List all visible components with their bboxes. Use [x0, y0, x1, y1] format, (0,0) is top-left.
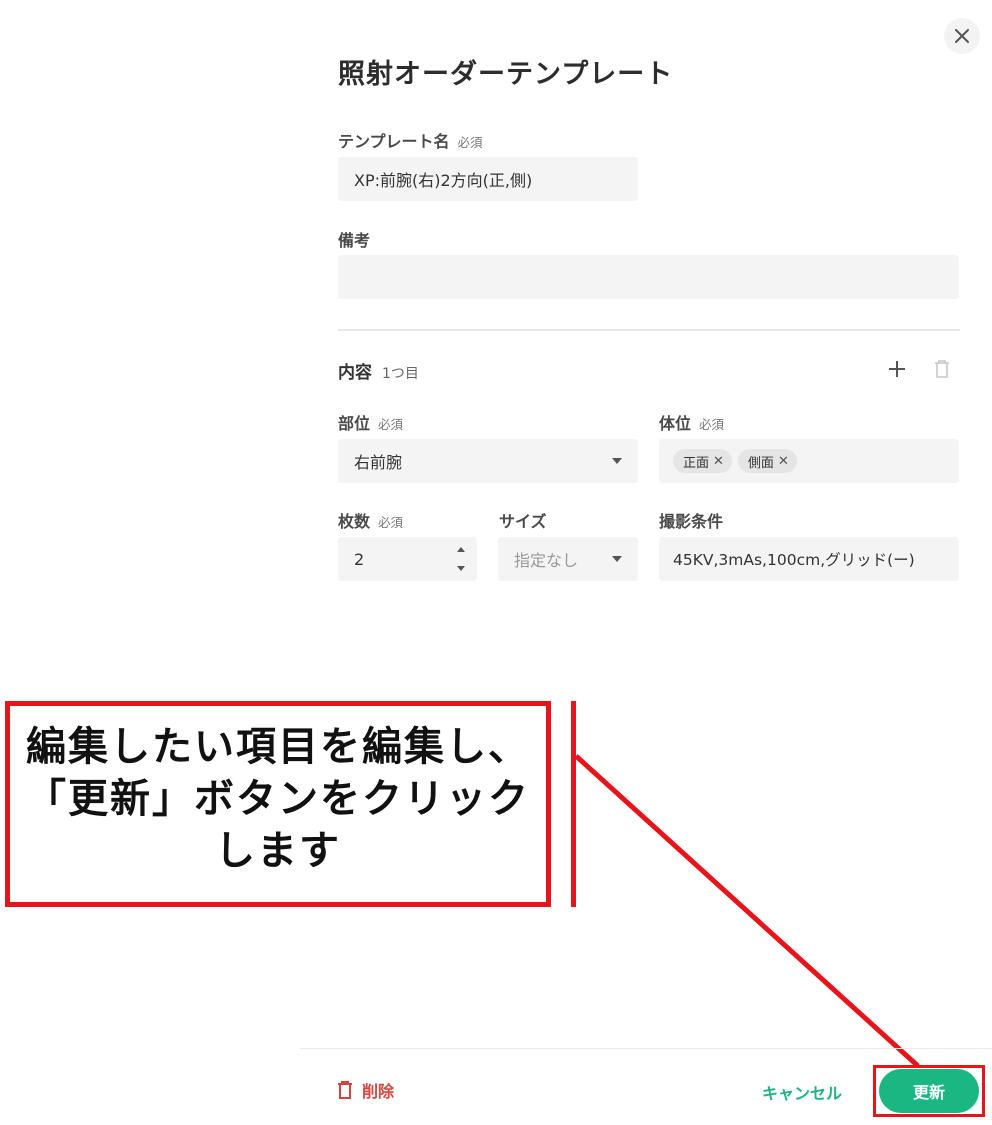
trash-icon: [338, 1081, 352, 1099]
delete-button[interactable]: 削除: [336, 1078, 394, 1102]
cancel-button[interactable]: キャンセル: [762, 1080, 842, 1104]
annotation-pointer: [574, 754, 920, 1068]
footer-divider: [300, 1048, 992, 1049]
update-button[interactable]: 更新: [879, 1069, 979, 1113]
delete-label: 削除: [362, 1082, 395, 1101]
